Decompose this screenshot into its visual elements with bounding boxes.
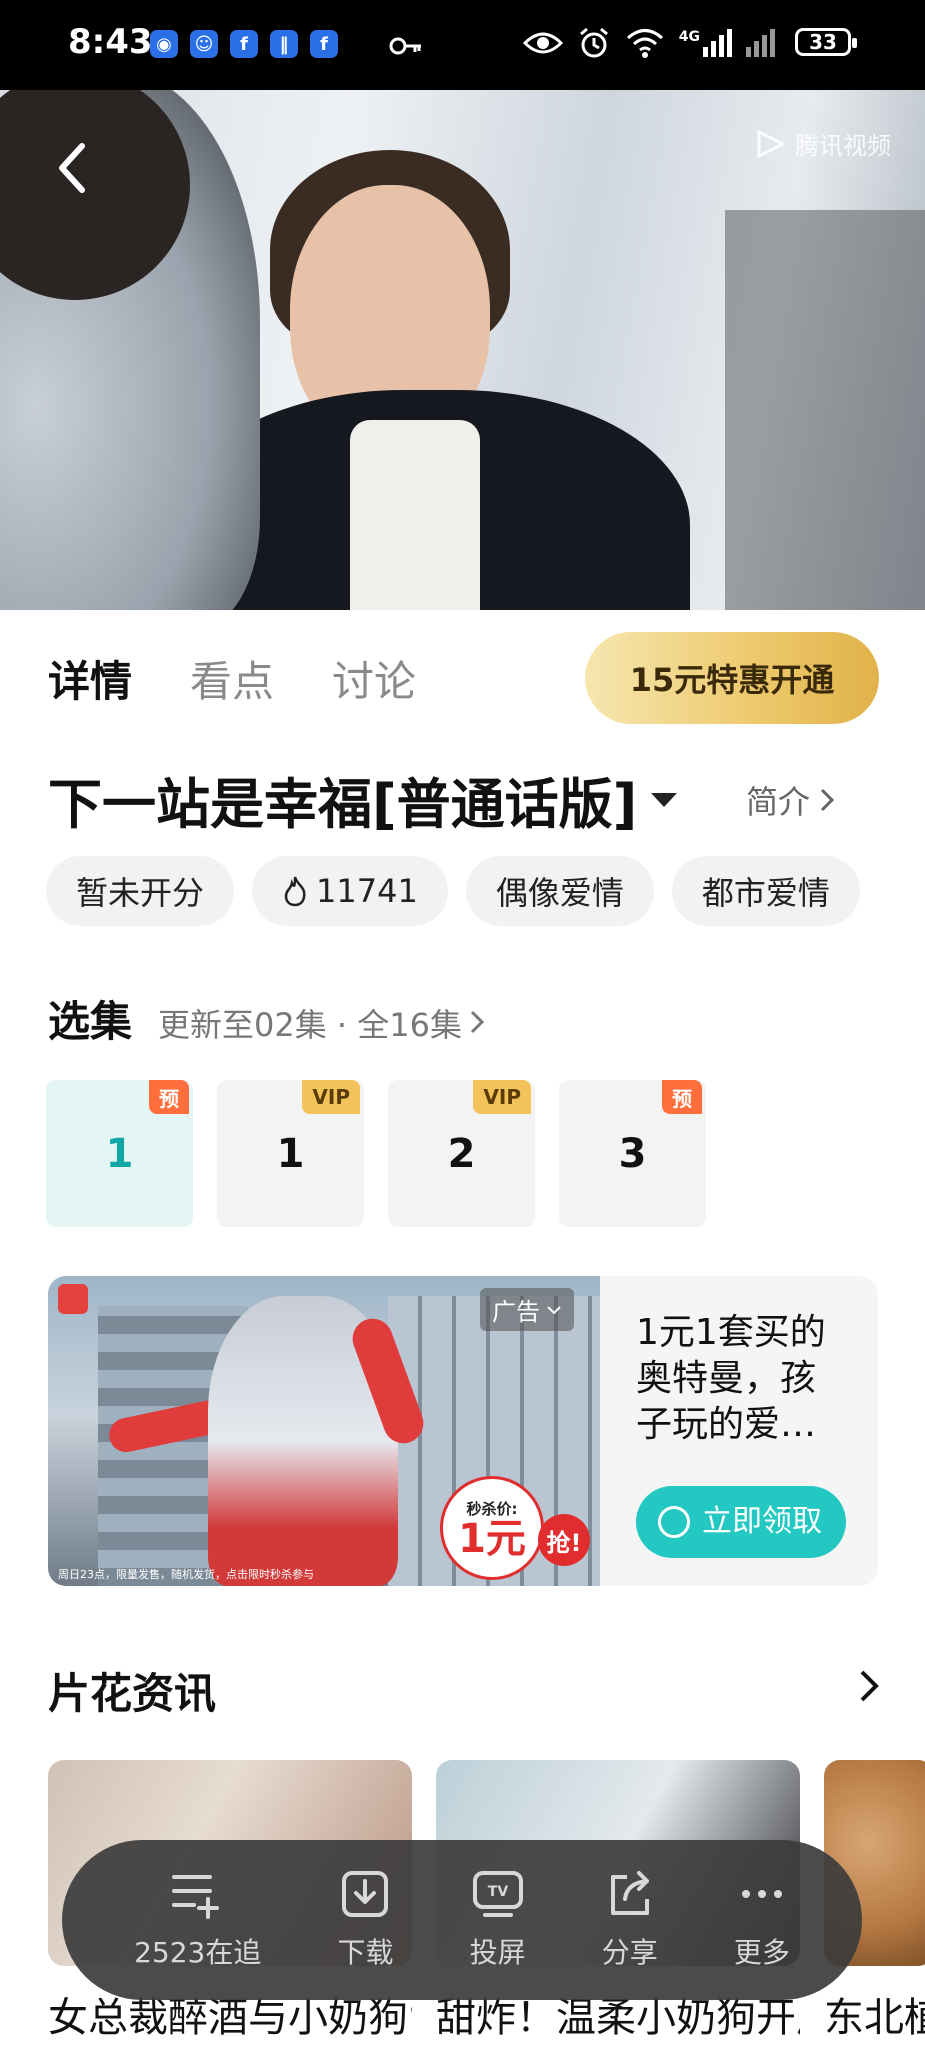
video-frame-collar xyxy=(350,420,480,610)
episode-selector-header[interactable]: 选集 更新至02集 · 全16集 xyxy=(48,988,486,1049)
download-icon xyxy=(342,1871,389,1917)
status-bar: 8:43 ◉ ☺ f ‖ f 4G 33 xyxy=(0,0,925,90)
tag-chips: 暂未开分 11741 偶像爱情 都市爱情 xyxy=(46,856,860,926)
episode-number: 1 xyxy=(105,1130,134,1177)
ad-claim-label: 立即领取 xyxy=(702,1504,822,1539)
add-to-list-icon xyxy=(171,1875,219,1919)
ad-description: 1元1套买的奥特曼，孩子玩的爱… xyxy=(636,1312,826,1445)
more-button[interactable]: 更多 xyxy=(734,1869,790,1971)
facebook-icon: f xyxy=(310,30,338,58)
tab-discussion[interactable]: 讨论 xyxy=(332,648,416,709)
follow-button[interactable]: 2523在追 xyxy=(134,1869,261,1971)
rating-chip[interactable]: 暂未开分 xyxy=(46,856,235,926)
genre-chip-idol-romance[interactable]: 偶像爱情 xyxy=(465,856,654,926)
download-button[interactable]: 下载 xyxy=(337,1869,393,1971)
grab-badge: 抢! xyxy=(538,1514,590,1566)
eye-icon xyxy=(522,32,563,54)
vip-badge: VIP xyxy=(473,1080,531,1114)
signal-4g-icon: 4G xyxy=(679,29,732,57)
show-title-row[interactable]: 下一站是幸福[普通话版] xyxy=(48,760,678,839)
more-icon xyxy=(741,1890,782,1898)
signal-no-sim-icon xyxy=(746,29,775,57)
cast-label: 投屏 xyxy=(469,1936,526,1969)
more-label: 更多 xyxy=(733,1936,790,1969)
video-player[interactable]: 腾讯视频 xyxy=(0,90,925,610)
flash-sale-price-badge: 秒杀价: 1元 xyxy=(440,1476,544,1580)
ad-label[interactable]: 广告 xyxy=(480,1288,574,1331)
chevron-right-icon xyxy=(470,1010,485,1034)
back-icon[interactable] xyxy=(52,138,92,198)
qq-browser-icon: ◉ xyxy=(150,30,178,58)
heat-chip[interactable]: 11741 xyxy=(252,856,448,926)
preview-badge: 预 xyxy=(662,1080,702,1114)
status-time: 8:43 xyxy=(68,22,153,62)
flash-sale-price: 1元 xyxy=(458,1515,526,1562)
app-icon: ‖ xyxy=(270,30,298,58)
show-title: 下一站是幸福[普通话版] xyxy=(48,773,638,836)
ad-claim-button[interactable]: 立即领取 xyxy=(636,1486,846,1558)
svg-text:TV: TV xyxy=(487,1884,508,1900)
episode-number: 2 xyxy=(447,1130,476,1177)
vip-offer-button[interactable]: 15元特惠开通 xyxy=(585,632,879,724)
vip-badge: VIP xyxy=(302,1080,360,1114)
chevron-down-icon xyxy=(547,1305,561,1314)
episode-update-info: 更新至02集 · 全16集 xyxy=(158,1006,462,1044)
flame-icon xyxy=(284,876,306,907)
chevron-right-icon[interactable] xyxy=(857,1666,881,1706)
episode-number: 3 xyxy=(618,1130,647,1177)
arrow-circle-icon xyxy=(658,1506,690,1538)
genre-chip-label: 偶像爱情 xyxy=(495,874,624,912)
detail-tabs: 详情 看点 讨论 xyxy=(48,648,416,709)
ad-image[interactable]: 广告 秒杀价: 1元 抢! 周日23点，限量发售，随机发货，点击限时秒杀参与 xyxy=(48,1276,600,1586)
follow-count-label: 2523在追 xyxy=(134,1936,262,1969)
tencent-video-watermark: 腾讯视频 xyxy=(755,126,891,161)
caret-down-icon xyxy=(651,792,678,807)
genre-chip-label: 都市爱情 xyxy=(701,874,830,912)
facebook-icon: f xyxy=(230,30,258,58)
episode-item[interactable]: 1 预 xyxy=(46,1080,193,1227)
episode-number: 1 xyxy=(276,1130,305,1177)
wifi-icon xyxy=(626,29,663,58)
ad-card[interactable]: 广告 秒杀价: 1元 抢! 周日23点，限量发售，随机发货，点击限时秒杀参与 1… xyxy=(48,1276,878,1586)
cast-button[interactable]: TV 投屏 xyxy=(470,1869,526,1971)
trailer-news-title: 片花资讯 xyxy=(48,1669,217,1718)
episode-list: 1 预 1 VIP 2 VIP 3 预 xyxy=(46,1080,706,1227)
episode-item[interactable]: 1 VIP xyxy=(217,1080,364,1227)
tv-cast-icon: TV xyxy=(472,1871,523,1917)
status-app-icons: ◉ ☺ f ‖ f xyxy=(150,30,338,58)
episode-item[interactable]: 3 预 xyxy=(559,1080,706,1227)
qq-icon: ☺ xyxy=(190,30,218,58)
intro-link[interactable]: 简介 xyxy=(746,777,836,823)
share-icon xyxy=(610,1871,649,1915)
ad-label-text: 广告 xyxy=(492,1298,540,1326)
heat-value: 11741 xyxy=(316,872,418,910)
episode-section-title: 选集 xyxy=(48,997,133,1046)
download-label: 下载 xyxy=(337,1936,394,1969)
rating-chip-label: 暂未开分 xyxy=(76,874,205,912)
genre-chip-urban-romance[interactable]: 都市爱情 xyxy=(671,856,860,926)
battery-level: 33 xyxy=(809,30,837,54)
tab-details[interactable]: 详情 xyxy=(48,648,132,709)
network-type: 4G xyxy=(678,29,700,45)
watermark-text: 腾讯视频 xyxy=(795,132,891,160)
ad-brand-logo xyxy=(58,1284,88,1314)
key-icon xyxy=(389,37,421,55)
status-indicators: 4G xyxy=(522,26,775,60)
ad-caption: 周日23点，限量发售，随机发货，点击限时秒杀参与 xyxy=(58,1568,314,1581)
battery-icon: 33 xyxy=(795,28,857,56)
tencent-video-logo-icon xyxy=(757,129,787,158)
intro-label: 简介 xyxy=(746,783,811,821)
video-frame-background xyxy=(725,210,925,610)
preview-badge: 预 xyxy=(149,1080,189,1114)
tab-highlights[interactable]: 看点 xyxy=(190,648,274,709)
share-label: 分享 xyxy=(601,1936,658,1969)
alarm-icon xyxy=(579,27,608,58)
share-button[interactable]: 分享 xyxy=(602,1869,658,1971)
floating-action-bar: 2523在追 下载 TV 投屏 分享 更多 xyxy=(62,1840,862,2000)
trailer-title: 东北植 xyxy=(824,1995,925,2041)
chevron-right-icon xyxy=(820,788,835,812)
episode-item[interactable]: 2 VIP xyxy=(388,1080,535,1227)
